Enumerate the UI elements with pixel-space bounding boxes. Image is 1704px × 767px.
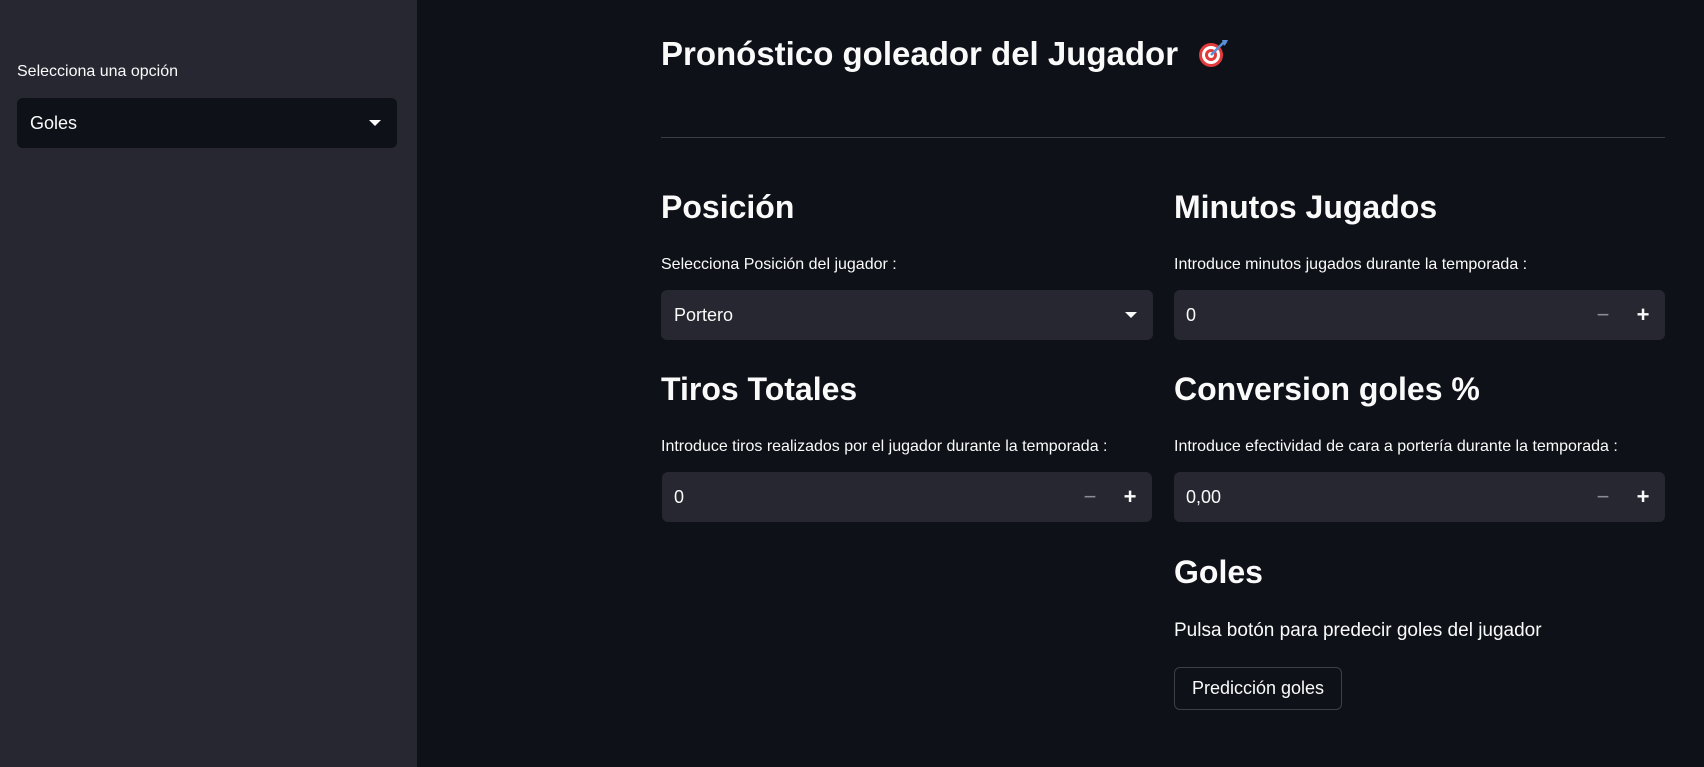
minutos-input-value[interactable]: 0: [1174, 305, 1583, 326]
conversion-increment-button[interactable]: +: [1623, 472, 1663, 522]
conversion-input-value[interactable]: 0,00: [1174, 487, 1583, 508]
minutos-decrement-button[interactable]: −: [1583, 290, 1623, 340]
divider: [661, 137, 1665, 138]
tiros-label: Introduce tiros realizados por el jugado…: [661, 438, 1108, 455]
minutos-heading: Minutos Jugados: [1174, 189, 1438, 225]
goles-instructions: Pulsa botón para predecir goles del juga…: [1174, 620, 1542, 641]
goles-heading: Goles: [1174, 554, 1263, 590]
tiros-number-input: 0 − +: [662, 472, 1152, 522]
minutos-number-input: 0 − +: [1174, 290, 1665, 340]
posicion-heading: Posición: [661, 189, 795, 225]
page-title-text: Pronóstico goleador del Jugador: [661, 35, 1179, 72]
chevron-down-icon: [1125, 312, 1137, 318]
tiros-decrement-button[interactable]: −: [1070, 472, 1110, 522]
conversion-decrement-button[interactable]: −: [1583, 472, 1623, 522]
sidebar-option-select[interactable]: Goles: [17, 98, 397, 148]
tiros-increment-button[interactable]: +: [1110, 472, 1150, 522]
target-icon: [1197, 37, 1229, 69]
predict-goals-button[interactable]: Predicción goles: [1174, 667, 1342, 710]
tiros-heading: Tiros Totales: [661, 371, 858, 407]
tiros-input-value[interactable]: 0: [662, 487, 1070, 508]
sidebar-option-value: Goles: [30, 112, 78, 133]
posicion-select[interactable]: Portero: [661, 290, 1153, 340]
chevron-down-icon: [369, 120, 381, 126]
posicion-value: Portero: [674, 304, 734, 325]
conversion-label: Introduce efectividad de cara a portería…: [1174, 438, 1618, 455]
minutos-label: Introduce minutos jugados durante la tem…: [1174, 256, 1528, 273]
page-title: Pronóstico goleador del Jugador: [661, 35, 1229, 73]
posicion-label: Selecciona Posición del jugador :: [661, 256, 897, 273]
sidebar: Selecciona una opción Goles: [0, 0, 417, 767]
conversion-number-input: 0,00 − +: [1174, 472, 1665, 522]
sidebar-option-label: Selecciona una opción: [17, 63, 179, 80]
conversion-heading: Conversion goles %: [1174, 371, 1480, 407]
minutos-increment-button[interactable]: +: [1623, 290, 1663, 340]
